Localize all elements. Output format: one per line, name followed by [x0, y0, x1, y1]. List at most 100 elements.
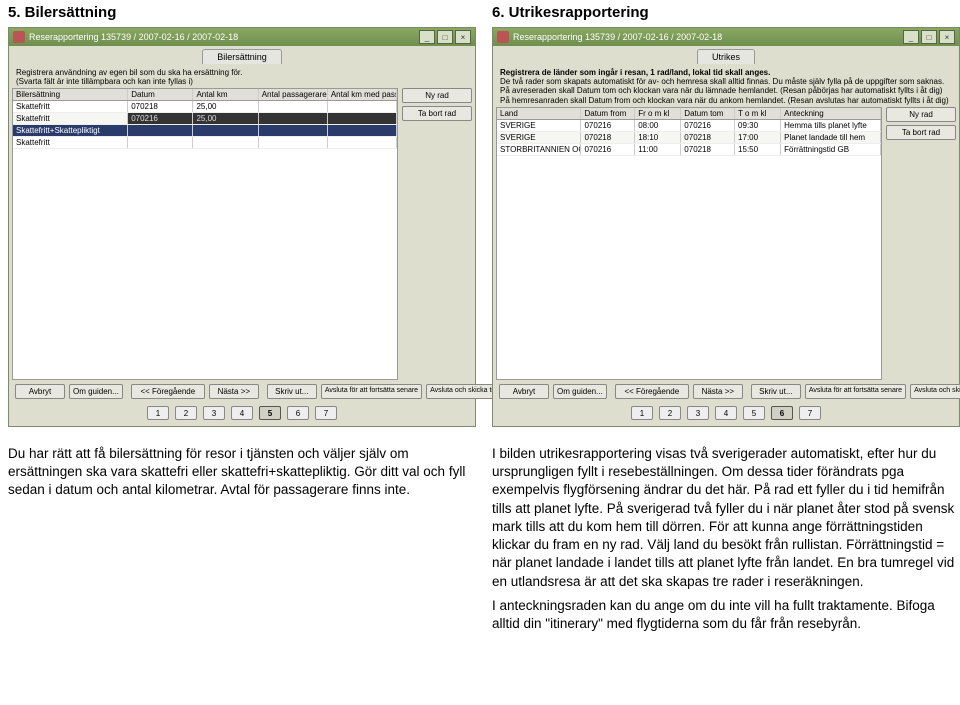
table-cell[interactable]: 070218 [128, 101, 193, 112]
col-header: Datum tom [681, 108, 735, 119]
prev-button[interactable]: << Föregående [615, 384, 689, 399]
table-cell[interactable]: 18:10 [635, 132, 681, 143]
table-cell[interactable] [328, 125, 397, 136]
table-cell[interactable]: 25,00 [193, 101, 258, 112]
table-cell[interactable]: 15:50 [735, 144, 781, 155]
cancel-button[interactable]: Avbryt [499, 384, 549, 399]
table-cell[interactable] [193, 125, 258, 136]
table-cell[interactable]: 09:30 [735, 120, 781, 131]
close-button[interactable]: × [455, 30, 471, 44]
table-cell[interactable]: Förrättningstid GB [781, 144, 881, 155]
table-cell[interactable] [128, 125, 193, 136]
grid-left[interactable]: Bilersättning Datum Antal km Antal passa… [12, 88, 398, 380]
step-2[interactable]: 2 [659, 406, 681, 420]
col-header: Datum from [581, 108, 635, 119]
table-row[interactable]: Skattefritt+Skattepliktigt [13, 125, 397, 137]
about-button[interactable]: Om guiden... [553, 384, 607, 399]
step-5[interactable]: 5 [743, 406, 765, 420]
finish-later-button[interactable]: Avsluta för att fortsätta senare [805, 384, 906, 399]
table-cell[interactable]: Hemma tills planet lyfte [781, 120, 881, 131]
table-cell[interactable]: 25,00 [193, 113, 258, 124]
step-4[interactable]: 4 [231, 406, 253, 420]
next-button[interactable]: Nästa >> [209, 384, 259, 399]
table-cell[interactable]: 17:00 [735, 132, 781, 143]
tab-bilersattning[interactable]: Bilersättning [202, 49, 282, 64]
step-6[interactable]: 6 [287, 406, 309, 420]
finish-send-button[interactable]: Avsluta och skicka till attest [910, 384, 960, 399]
left-column: 5. Bilersättning Reserapportering 135739… [8, 4, 476, 633]
step-6[interactable]: 6 [771, 406, 793, 420]
table-cell[interactable]: STORBRITANNIEN OCH NO... [497, 144, 581, 155]
table-cell[interactable]: Planet landade till hem [781, 132, 881, 143]
step-3[interactable]: 3 [203, 406, 225, 420]
maximize-button[interactable]: □ [437, 30, 453, 44]
table-cell[interactable]: 070216 [128, 113, 193, 124]
table-cell[interactable] [259, 101, 328, 112]
table-cell[interactable]: SVERIGE [497, 120, 581, 131]
section-title-right: 6. Utrikesrapportering [492, 4, 960, 21]
tab-utrikes[interactable]: Utrikes [697, 49, 755, 64]
grid-header: Bilersättning Datum Antal km Antal passa… [13, 89, 397, 101]
table-cell[interactable]: 070216 [581, 144, 635, 155]
prev-button[interactable]: << Föregående [131, 384, 205, 399]
step-4[interactable]: 4 [715, 406, 737, 420]
delete-row-button[interactable]: Ta bort rad [886, 125, 956, 140]
print-button[interactable]: Skriv ut... [267, 384, 317, 399]
print-button[interactable]: Skriv ut... [751, 384, 801, 399]
new-row-button[interactable]: Ny rad [886, 107, 956, 122]
table-cell[interactable] [328, 113, 397, 124]
step-3[interactable]: 3 [687, 406, 709, 420]
window-right: Reserapportering 135739 / 2007-02-16 / 2… [492, 27, 960, 427]
table-cell[interactable]: SVERIGE [497, 132, 581, 143]
table-row[interactable]: Skattefritt [13, 137, 397, 149]
table-cell[interactable]: 070218 [581, 132, 635, 143]
col-header: Antal km med passagerare [328, 89, 397, 100]
table-cell[interactable] [128, 137, 193, 148]
table-cell[interactable] [328, 137, 397, 148]
step-7[interactable]: 7 [315, 406, 337, 420]
table-cell[interactable]: 070218 [681, 132, 735, 143]
table-cell[interactable] [259, 137, 328, 148]
java-icon [13, 31, 25, 43]
java-icon [497, 31, 509, 43]
new-row-button[interactable]: Ny rad [402, 88, 472, 103]
table-cell[interactable]: 08:00 [635, 120, 681, 131]
next-button[interactable]: Nästa >> [693, 384, 743, 399]
col-header: Fr o m kl [635, 108, 681, 119]
close-button[interactable]: × [939, 30, 955, 44]
finish-later-button[interactable]: Avsluta för att fortsätta senare [321, 384, 422, 399]
step-1[interactable]: 1 [147, 406, 169, 420]
table-cell[interactable]: Skattefritt [13, 137, 128, 148]
table-cell[interactable]: Skattefritt [13, 113, 128, 124]
table-cell[interactable]: Skattefritt [13, 101, 128, 112]
table-cell[interactable] [328, 101, 397, 112]
table-cell[interactable]: 070218 [681, 144, 735, 155]
table-row[interactable]: SVERIGE07021608:0007021609:30Hemma tills… [497, 120, 881, 132]
step-1[interactable]: 1 [631, 406, 653, 420]
step-5[interactable]: 5 [259, 406, 281, 420]
minimize-button[interactable]: _ [903, 30, 919, 44]
table-cell[interactable]: 11:00 [635, 144, 681, 155]
delete-row-button[interactable]: Ta bort rad [402, 106, 472, 121]
table-row[interactable]: Skattefritt07021825,00 [13, 101, 397, 113]
table-cell[interactable] [259, 125, 328, 136]
table-cell[interactable]: Skattefritt+Skattepliktigt [13, 125, 128, 136]
col-header: Land [497, 108, 581, 119]
col-header: Antal km [193, 89, 258, 100]
table-row[interactable]: Skattefritt07021625,00 [13, 113, 397, 125]
table-cell[interactable] [193, 137, 258, 148]
table-row[interactable]: STORBRITANNIEN OCH NO...07021611:0007021… [497, 144, 881, 156]
table-cell[interactable] [259, 113, 328, 124]
cancel-button[interactable]: Avbryt [15, 384, 65, 399]
about-button[interactable]: Om guiden... [69, 384, 123, 399]
table-cell[interactable]: 070216 [581, 120, 635, 131]
minimize-button[interactable]: _ [419, 30, 435, 44]
maximize-button[interactable]: □ [921, 30, 937, 44]
step-indicator-left: 1234567 [12, 403, 472, 423]
table-row[interactable]: SVERIGE07021818:1007021817:00Planet land… [497, 132, 881, 144]
step-2[interactable]: 2 [175, 406, 197, 420]
table-cell[interactable]: 070216 [681, 120, 735, 131]
step-7[interactable]: 7 [799, 406, 821, 420]
description-left: Du har rätt att få bilersättning för res… [8, 445, 476, 500]
grid-right[interactable]: Land Datum from Fr o m kl Datum tom T o … [496, 107, 882, 380]
